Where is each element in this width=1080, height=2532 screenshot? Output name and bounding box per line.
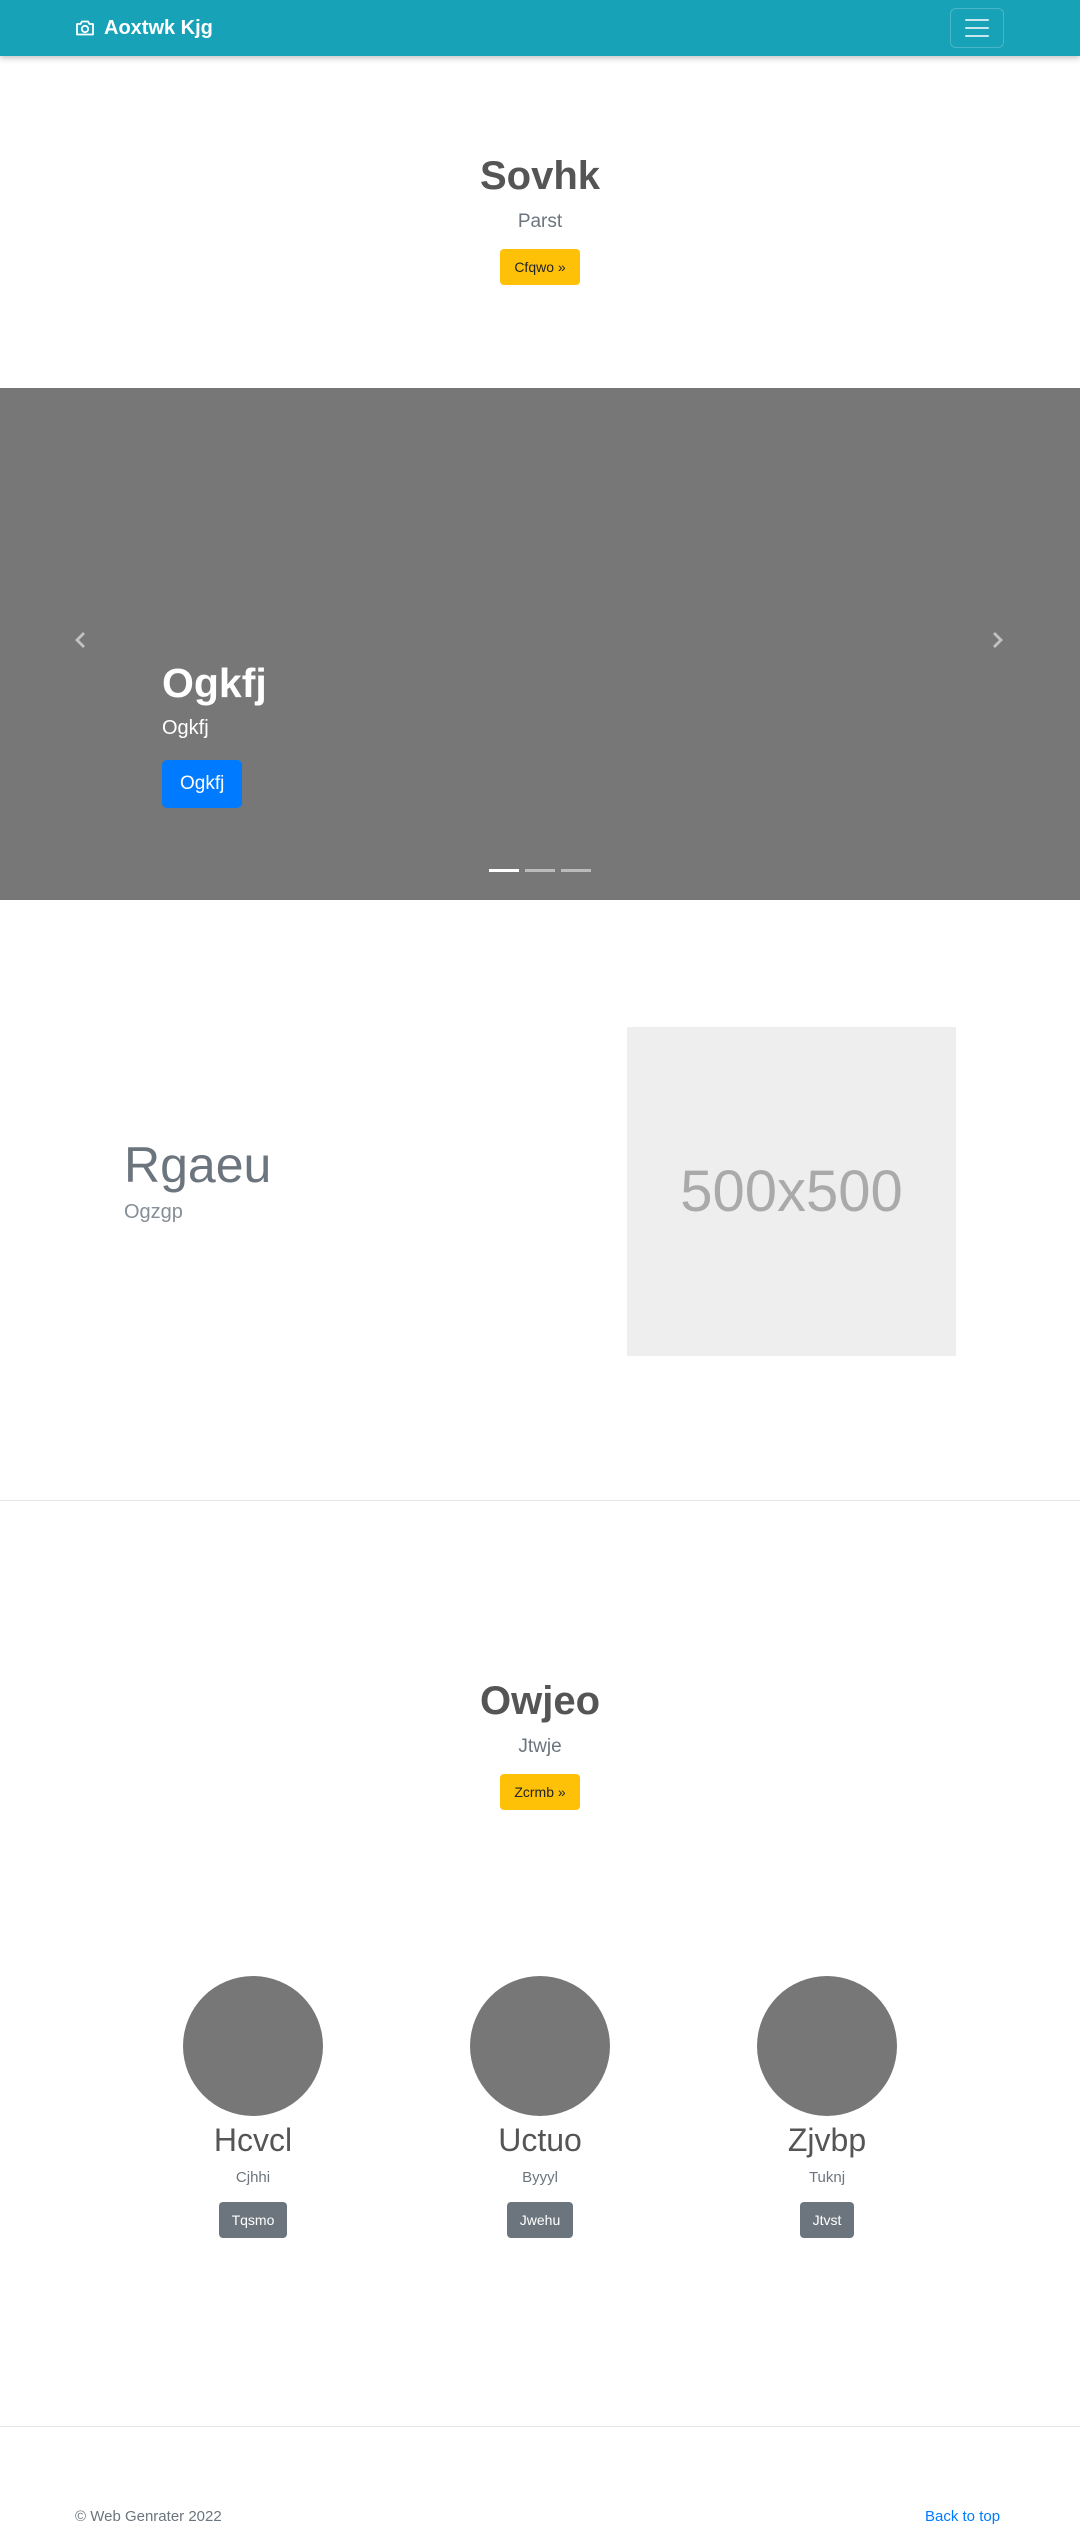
carousel-caption-title: Ogkfj [162, 660, 267, 706]
carousel-caption: Ogkfj Ogkfj Ogkfj [162, 660, 267, 808]
chevron-left-icon[interactable] [68, 628, 92, 652]
team-member: Zjvbp Tuknj Jtvst [727, 1976, 927, 2238]
avatar [757, 1976, 897, 2116]
member-name: Zjvbp [787, 2122, 867, 2158]
feature-title: Rgaeu [124, 1137, 272, 1193]
carousel-caption-text: Ogkfj [162, 717, 209, 739]
avatar [183, 1976, 323, 2116]
member-role: Tuknj [808, 2169, 846, 2186]
hero2-subtitle: Jtwje [518, 1736, 562, 1757]
back-to-top-link[interactable]: Back to top [925, 2508, 1000, 2525]
member-button[interactable]: Tqsmo [218, 2202, 288, 2238]
hamburger-icon [965, 19, 989, 21]
placeholder-label: 500x500 [680, 1159, 903, 1224]
footer-copyright: © Web Genrater 2022 [75, 2508, 222, 2525]
hero-subtitle: Parst [517, 211, 563, 232]
navbar-toggler[interactable] [950, 8, 1004, 48]
feature-image-placeholder: 500x500 [627, 1027, 956, 1356]
carousel: Ogkfj Ogkfj Ogkfj [0, 388, 1080, 900]
hero2-title: Owjeo [479, 1679, 601, 1723]
carousel-indicators [0, 869, 1080, 872]
member-button[interactable]: Jwehu [506, 2202, 574, 2238]
member-role: Byyyl [522, 2169, 558, 2186]
feature-subtitle: Ogzgp [124, 1201, 183, 1223]
carousel-indicator[interactable] [561, 869, 591, 872]
hero-section-2: Owjeo Jtwje Zcrmb » [0, 1679, 1080, 1810]
team-member: Hcvcl Cjhhi Tqsmo [153, 1976, 353, 2238]
member-button[interactable]: Jtvst [799, 2202, 855, 2238]
chevron-right-icon[interactable] [986, 628, 1010, 652]
hero-cta-button[interactable]: Cfqwo » [500, 249, 580, 285]
member-name: Uctuo [498, 2122, 582, 2158]
member-name: Hcvcl [213, 2122, 293, 2158]
carousel-indicator[interactable] [489, 869, 519, 872]
avatar [470, 1976, 610, 2116]
hero-section: Sovhk Parst Cfqwo » [0, 154, 1080, 285]
carousel-button[interactable]: Ogkfj [162, 760, 243, 808]
divider [0, 1500, 1080, 1501]
carousel-indicator[interactable] [525, 869, 555, 872]
navbar: Aoxtwk Kjg [0, 0, 1080, 56]
footer-divider [0, 2426, 1080, 2427]
hero-title: Sovhk [479, 154, 601, 198]
brand-name: Aoxtwk Kjg [104, 16, 213, 39]
team-member: Uctuo Byyyl Jwehu [440, 1976, 640, 2238]
hero2-cta-button[interactable]: Zcrmb » [500, 1774, 580, 1810]
brand-link[interactable]: Aoxtwk Kjg [75, 0, 213, 56]
camera-icon [76, 20, 94, 36]
member-role: Cjhhi [235, 2169, 271, 2186]
